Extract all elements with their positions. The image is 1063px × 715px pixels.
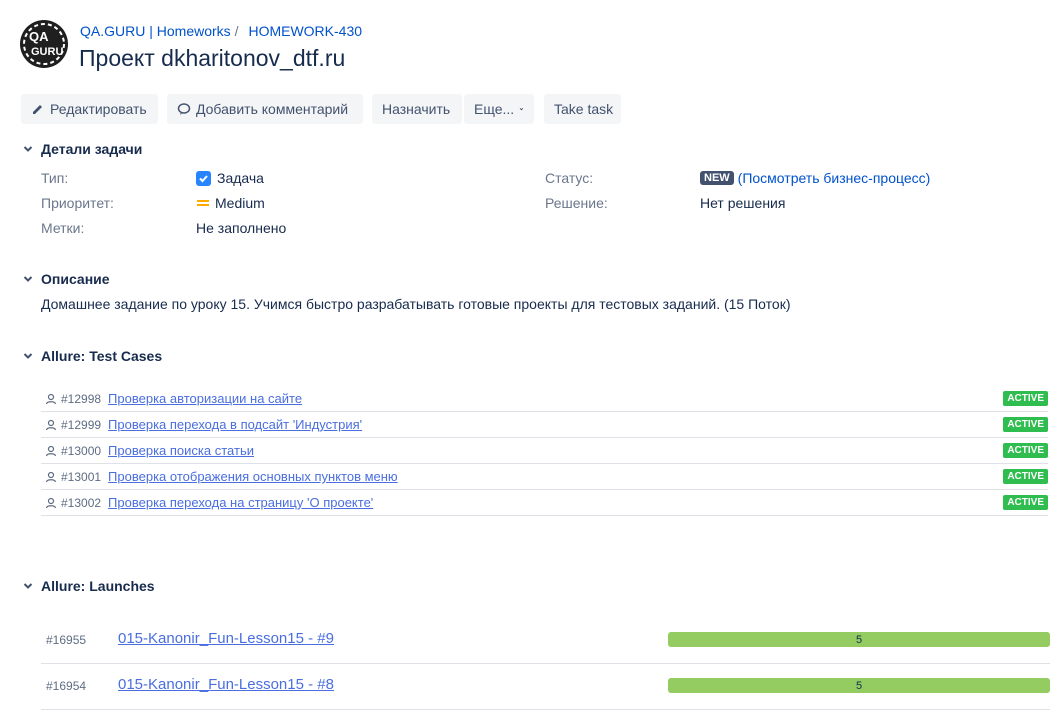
launches-section-toggle[interactable]: Allure: Launches bbox=[22, 578, 155, 594]
breadcrumb-issue-key[interactable]: HOMEWORK-430 bbox=[248, 23, 362, 39]
details-section-toggle[interactable]: Детали задачи bbox=[22, 141, 142, 157]
list-item: #12999 Проверка перехода в подсайт 'Инду… bbox=[41, 412, 1048, 438]
test-cases-list: #12998 Проверка авторизации на сайте ACT… bbox=[41, 386, 1048, 516]
take-task-button-label: Take task bbox=[554, 101, 614, 117]
assign-button-label: Назначить bbox=[382, 101, 451, 117]
list-item: #12998 Проверка авторизации на сайте ACT… bbox=[41, 386, 1048, 412]
resolution-value: Нет решения bbox=[700, 195, 786, 211]
breadcrumb-separator: / bbox=[234, 23, 239, 39]
user-icon bbox=[45, 445, 57, 456]
priority-value-text: Medium bbox=[215, 195, 265, 211]
description-text: Домашнее задание по уроку 15. Учимся быс… bbox=[41, 296, 791, 312]
priority-medium-icon bbox=[197, 199, 209, 207]
type-label: Тип: bbox=[41, 170, 69, 186]
status-badge: ACTIVE bbox=[1003, 443, 1048, 458]
priority-value: Medium bbox=[197, 195, 265, 211]
add-comment-button[interactable]: Добавить комментарий bbox=[167, 94, 363, 124]
breadcrumb: QA.GURU | Homeworks / HOMEWORK-430 bbox=[80, 23, 362, 39]
view-workflow-link[interactable]: (Посмотреть бизнес-процесс) bbox=[738, 170, 931, 186]
more-button-label: Еще... bbox=[474, 101, 515, 117]
user-icon bbox=[45, 393, 57, 404]
edit-button[interactable]: Редактировать bbox=[21, 94, 158, 124]
status-badge: ACTIVE bbox=[1003, 391, 1048, 406]
svg-text:GURU: GURU bbox=[31, 46, 63, 58]
test-case-id: #12999 bbox=[61, 417, 102, 432]
test-case-link[interactable]: Проверка авторизации на сайте bbox=[108, 391, 302, 406]
test-case-id: #12998 bbox=[61, 391, 102, 406]
pencil-icon bbox=[33, 105, 42, 114]
chevron-down-icon bbox=[519, 107, 524, 111]
add-comment-button-label: Добавить комментарий bbox=[196, 101, 349, 117]
priority-label: Приоритет: bbox=[41, 195, 114, 211]
list-item: #13002 Проверка перехода на страницу 'О … bbox=[41, 490, 1048, 516]
table-row: #16954 015-Kanonir_Fun-Lesson15 - #8 5 bbox=[41, 664, 1050, 710]
test-case-link[interactable]: Проверка перехода в подсайт 'Индустрия' bbox=[108, 417, 362, 432]
user-icon bbox=[45, 419, 57, 430]
launch-passed-count: 5 bbox=[855, 633, 863, 646]
description-section-toggle[interactable]: Описание bbox=[22, 271, 110, 287]
resolution-label: Решение: bbox=[545, 195, 608, 211]
status-label: Статус: bbox=[545, 170, 594, 186]
launch-link[interactable]: 015-Kanonir_Fun-Lesson15 - #9 bbox=[118, 630, 334, 647]
launch-progress-bar: 5 bbox=[668, 678, 1050, 693]
page-title: Проект dkharitonov_dtf.ru bbox=[79, 45, 346, 71]
launch-progress-bar: 5 bbox=[668, 632, 1050, 647]
launch-progress-fill: 5 bbox=[668, 678, 1050, 693]
table-row: #16955 015-Kanonir_Fun-Lesson15 - #9 5 bbox=[41, 618, 1050, 664]
test-cases-section-toggle[interactable]: Allure: Test Cases bbox=[22, 348, 162, 364]
svg-text:QA: QA bbox=[29, 29, 49, 44]
test-case-id: #13001 bbox=[61, 469, 102, 484]
launch-progress-fill: 5 bbox=[668, 632, 1050, 647]
status-badge: ACTIVE bbox=[1003, 495, 1048, 510]
details-heading: Детали задачи bbox=[41, 141, 143, 157]
list-item: #13000 Проверка поиска статьи ACTIVE bbox=[41, 438, 1048, 464]
test-cases-heading: Allure: Test Cases bbox=[41, 348, 163, 364]
chevron-down-icon bbox=[23, 146, 33, 152]
breadcrumb-project[interactable]: QA.GURU | Homeworks bbox=[80, 23, 231, 39]
launch-passed-count: 5 bbox=[855, 679, 863, 692]
labels-value: Не заполнено bbox=[196, 220, 287, 236]
test-case-id: #13002 bbox=[61, 495, 102, 510]
launch-id: #16954 bbox=[46, 679, 87, 693]
user-icon bbox=[45, 471, 57, 482]
status-badge: ACTIVE bbox=[1003, 469, 1048, 484]
description-heading: Описание bbox=[41, 271, 110, 287]
launches-heading: Allure: Launches bbox=[41, 578, 155, 594]
list-item: #13001 Проверка отображения основных пун… bbox=[41, 464, 1048, 490]
launch-id: #16955 bbox=[46, 633, 87, 647]
chevron-down-icon bbox=[23, 353, 33, 359]
status-badge: NEW bbox=[700, 171, 734, 185]
edit-button-label: Редактировать bbox=[50, 101, 147, 117]
type-value-text: Задача bbox=[217, 170, 264, 186]
assign-button[interactable]: Назначить bbox=[372, 94, 462, 124]
test-case-link[interactable]: Проверка перехода на страницу 'О проекте… bbox=[108, 495, 373, 510]
status-value: NEW (Посмотреть бизнес-процесс) bbox=[700, 170, 930, 186]
chevron-down-icon bbox=[23, 583, 33, 589]
launches-list: #16955 015-Kanonir_Fun-Lesson15 - #9 5 #… bbox=[41, 618, 1050, 710]
labels-label: Метки: bbox=[41, 220, 85, 236]
qa-guru-logo[interactable]: QA GURU bbox=[19, 19, 69, 69]
test-case-id: #13000 bbox=[61, 443, 102, 458]
comment-icon bbox=[177, 103, 191, 115]
chevron-down-icon bbox=[23, 276, 33, 282]
more-dropdown-button[interactable]: Еще... bbox=[464, 94, 534, 124]
test-case-link[interactable]: Проверка отображения основных пунктов ме… bbox=[108, 469, 398, 484]
user-icon bbox=[45, 497, 57, 508]
type-value: Задача bbox=[196, 170, 264, 186]
test-case-link[interactable]: Проверка поиска статьи bbox=[108, 443, 254, 458]
launch-link[interactable]: 015-Kanonir_Fun-Lesson15 - #8 bbox=[118, 676, 334, 693]
task-type-icon bbox=[196, 170, 211, 186]
take-task-button[interactable]: Take task bbox=[544, 94, 621, 124]
status-badge: ACTIVE bbox=[1003, 417, 1048, 432]
